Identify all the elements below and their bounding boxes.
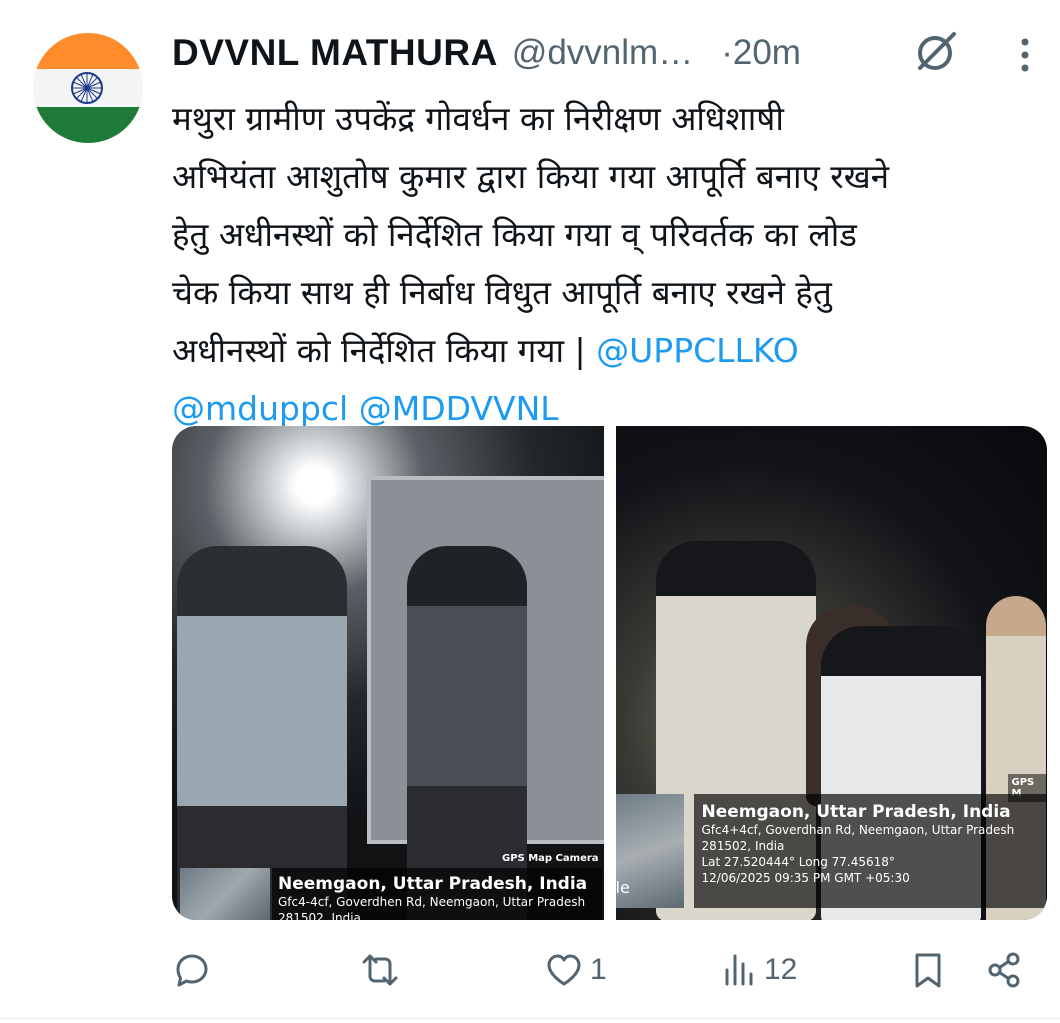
geotag-address: Gfc4-4cf, Goverdhen Rd, Neemgaon, Uttar … bbox=[278, 895, 586, 909]
mention-link[interactable]: @UPPCLLKO bbox=[596, 331, 799, 370]
map-edge-label: le bbox=[615, 878, 630, 897]
author-handle[interactable]: @dvvnlm… bbox=[512, 33, 693, 73]
views-button[interactable]: 12 bbox=[722, 945, 797, 995]
more-vertical-icon[interactable] bbox=[1015, 38, 1035, 74]
photo-2[interactable]: le GPS M Neemgaon, Uttar Pradesh, India … bbox=[615, 426, 1047, 920]
geotag-address: 281502, India bbox=[701, 839, 785, 853]
views-icon bbox=[725, 954, 753, 986]
author-name[interactable]: DVVNL MATHURA bbox=[172, 32, 498, 74]
like-button[interactable]: 1 bbox=[544, 945, 607, 995]
views-count: 12 bbox=[764, 953, 798, 986]
geotag-stamp: Neemgaon, Uttar Pradesh, India Gfc4-4cf,… bbox=[272, 868, 602, 920]
post-text-line: अभियंता आशुतोष कुमार द्वारा किया गया आपू… bbox=[172, 157, 890, 196]
grok-icon[interactable] bbox=[914, 28, 960, 74]
flag-saffron-band bbox=[33, 33, 143, 69]
bookmark-button[interactable] bbox=[910, 945, 946, 995]
reply-icon bbox=[176, 954, 208, 987]
divider bbox=[0, 1018, 1060, 1019]
bookmark-icon bbox=[915, 953, 941, 988]
like-count: 1 bbox=[590, 953, 607, 986]
photo-1[interactable]: GPS Map Camera Neemgaon, Uttar Pradesh, … bbox=[172, 426, 604, 920]
geotag-stamp: Neemgaon, Uttar Pradesh, India Gfc4+4cf,… bbox=[693, 794, 1047, 908]
post-text-line: चेक किया साथ ही निर्बाध विधुत आपूर्ति बन… bbox=[172, 273, 832, 312]
post-text-line: मथुरा ग्रामीण उपकेंद्र गोवर्धन का निरीक्… bbox=[172, 99, 784, 138]
ashoka-chakra-icon bbox=[71, 72, 103, 104]
post-text-line: अधीनस्थों को निर्देशित किया गया | bbox=[172, 331, 597, 370]
share-icon bbox=[988, 952, 1020, 988]
mention-link[interactable]: @mduppcl bbox=[172, 389, 348, 428]
geotag-location: Neemgaon, Uttar Pradesh, India bbox=[701, 802, 1011, 822]
map-thumbnail bbox=[180, 868, 270, 920]
geotag-location: Neemgaon, Uttar Pradesh, India bbox=[278, 874, 588, 894]
geotag-coordinates: Lat 27.520444° Long 77.45618° bbox=[701, 855, 895, 869]
avatar[interactable] bbox=[33, 33, 143, 143]
flag-green-band bbox=[33, 107, 143, 143]
post-text-line: हेतु अधीनस्थों को निर्देशित किया गया व् … bbox=[172, 215, 857, 254]
post-header: DVVNL MATHURA @dvvnlm… ·20m bbox=[172, 26, 1032, 80]
geotag-address: 281502, India bbox=[278, 911, 361, 920]
person bbox=[177, 546, 347, 920]
heart-icon bbox=[547, 954, 581, 986]
reply-button[interactable] bbox=[172, 945, 218, 995]
geotag-address: Gfc4+4cf, Goverdhan Rd, Neemgaon, Uttar … bbox=[701, 823, 1015, 837]
post-time[interactable]: ·20m bbox=[721, 33, 801, 73]
flag-white-band bbox=[33, 69, 143, 107]
repost-button[interactable] bbox=[358, 945, 408, 995]
gps-badge: GPS Map Camera bbox=[502, 853, 599, 864]
share-button[interactable] bbox=[984, 945, 1024, 995]
post-text: मथुरा ग्रामीण उपकेंद्र गोवर्धन का निरीक्… bbox=[172, 90, 1032, 438]
media-grid: GPS Map Camera Neemgaon, Uttar Pradesh, … bbox=[172, 426, 1047, 920]
action-bar: 1 12 bbox=[172, 945, 1032, 995]
geotag-datetime: 12/06/2025 09:35 PM GMT +05:30 bbox=[701, 871, 910, 885]
mention-link[interactable]: @MDDVVNL bbox=[359, 389, 559, 428]
repost-icon bbox=[362, 954, 398, 986]
